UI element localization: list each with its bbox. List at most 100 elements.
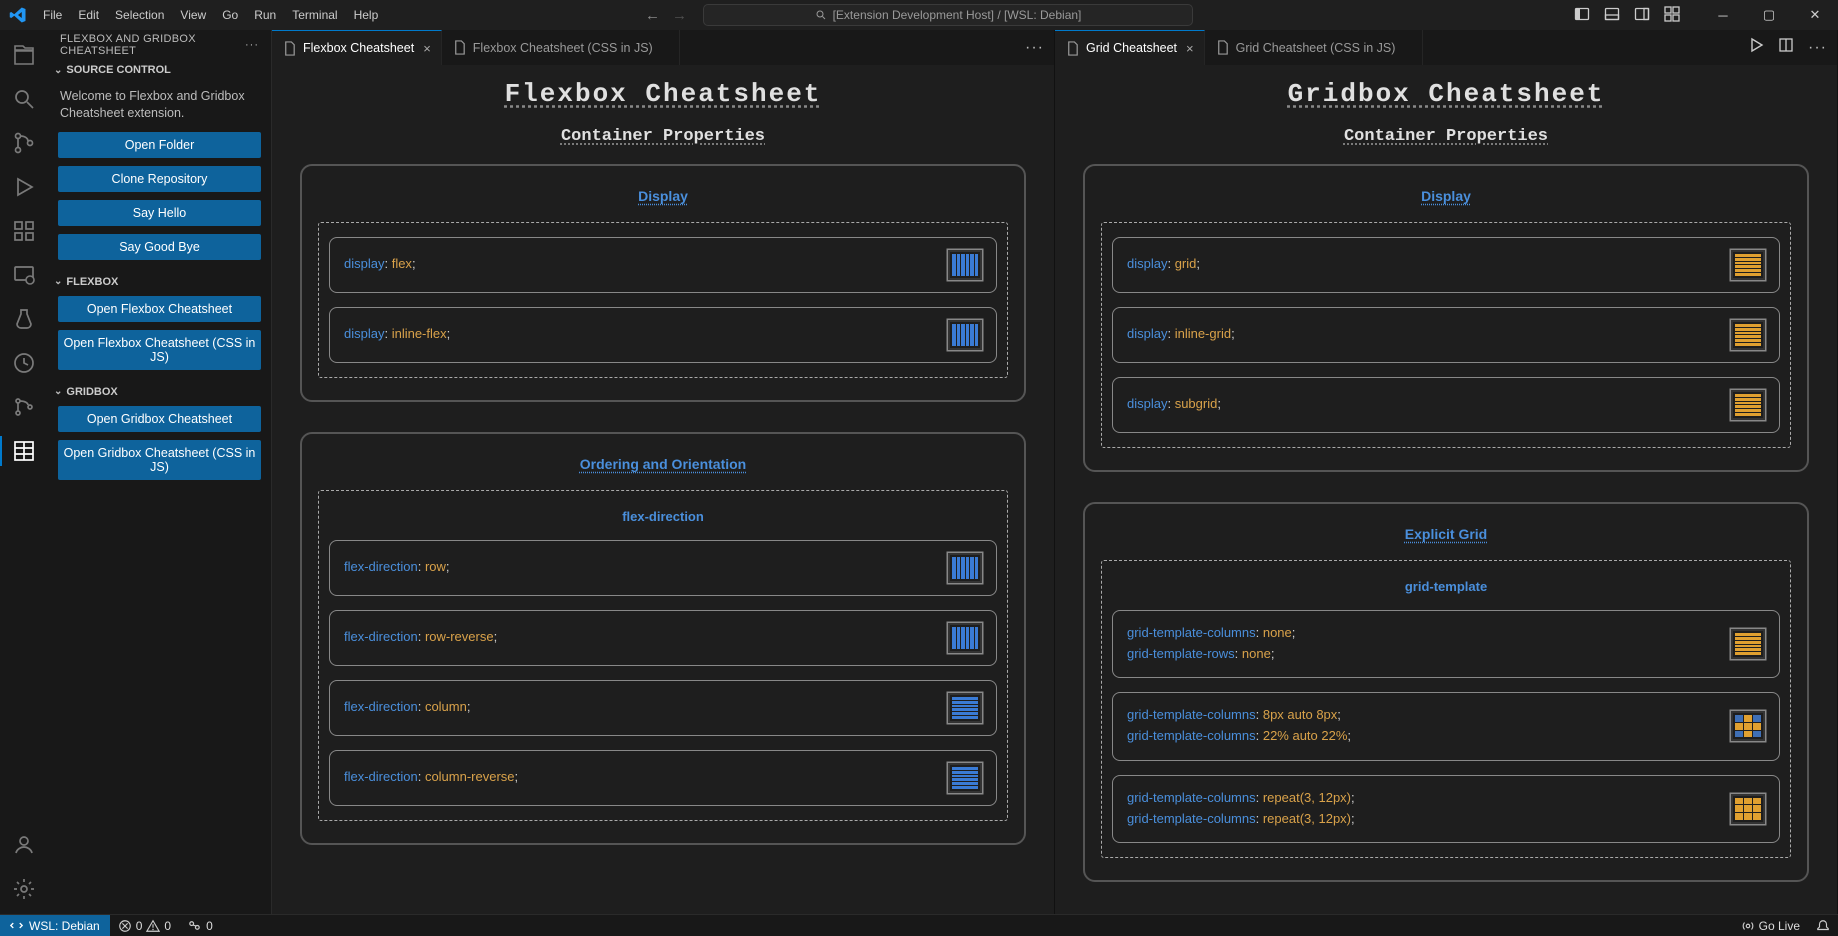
window-minimize-icon[interactable]: ─: [1700, 0, 1746, 30]
chevron-down-icon: ⌄: [54, 386, 62, 397]
testing-icon[interactable]: [0, 300, 48, 338]
run-debug-icon[interactable]: [0, 168, 48, 206]
code-snippet: flex-direction: column-reverse;: [344, 767, 518, 788]
editor-pane: Gridbox CheatsheetContainer PropertiesDi…: [1055, 65, 1838, 914]
code-snippet: display: grid;: [1127, 254, 1200, 275]
section-header[interactable]: ⌄GRIDBOX: [48, 382, 271, 402]
git-graph-icon[interactable]: [0, 388, 48, 426]
nav-back-icon[interactable]: ←: [645, 7, 660, 24]
sidebar-button[interactable]: Open Gridbox Cheatsheet: [58, 406, 261, 432]
section-title: Container Properties: [300, 127, 1026, 146]
sidebar-button[interactable]: Say Hello: [58, 200, 261, 226]
run-icon[interactable]: [1748, 37, 1764, 58]
editor-tab[interactable]: Grid Cheatsheet (CSS in JS)×: [1205, 30, 1423, 65]
sidebar-title: FLEXBOX AND GRIDBOX CHEATSHEET: [60, 33, 245, 57]
search-icon[interactable]: [0, 80, 48, 118]
layout-customize-icon[interactable]: [1664, 6, 1680, 25]
accounts-icon[interactable]: [0, 826, 48, 864]
settings-gear-icon[interactable]: [0, 870, 48, 908]
property-row[interactable]: flex-direction: row;: [329, 540, 997, 596]
cheatsheet-view-icon[interactable]: [0, 432, 48, 470]
menu-edit[interactable]: Edit: [71, 4, 106, 26]
editor-tab[interactable]: Grid Cheatsheet×: [1055, 30, 1205, 65]
property-row[interactable]: display: grid;: [1112, 237, 1780, 293]
menu-file[interactable]: File: [36, 4, 69, 26]
code-snippet: flex-direction: row;: [344, 557, 450, 578]
property-row[interactable]: display: inline-flex;: [329, 307, 997, 363]
code-snippet: flex-direction: row-reverse;: [344, 627, 497, 648]
property-row[interactable]: display: inline-grid;: [1112, 307, 1780, 363]
command-center-search[interactable]: [Extension Development Host] / [WSL: Deb…: [703, 4, 1193, 26]
demo-graphic-icon: [948, 623, 982, 653]
ports-indicator[interactable]: 0: [179, 915, 221, 936]
demo-graphic-icon: [948, 553, 982, 583]
page-title: Flexbox Cheatsheet: [300, 79, 1026, 109]
remote-indicator[interactable]: WSL: Debian: [0, 915, 110, 936]
sidebar-button[interactable]: Open Folder: [58, 132, 261, 158]
property-row[interactable]: grid-template-columns: 8px auto 8px;grid…: [1112, 692, 1780, 760]
editor-pane: Flexbox Cheatsheet Container Properties Di…: [272, 65, 1055, 914]
section-header[interactable]: ⌄FLEXBOX: [48, 272, 271, 292]
menu-bar: FileEditSelectionViewGoRunTerminalHelp: [36, 4, 385, 26]
property-row[interactable]: grid-template-columns: none;grid-templat…: [1112, 610, 1780, 678]
sidebar-button[interactable]: Clone Repository: [58, 166, 261, 192]
go-live-button[interactable]: Go Live: [1733, 915, 1808, 936]
demo-graphic-icon: [948, 250, 982, 280]
nav-forward-icon[interactable]: →: [672, 7, 687, 24]
window-close-icon[interactable]: ✕: [1792, 0, 1838, 30]
sidebar-button[interactable]: Say Good Bye: [58, 234, 261, 260]
menu-go[interactable]: Go: [215, 4, 245, 26]
property-row[interactable]: grid-template-columns: repeat(3, 12px);g…: [1112, 775, 1780, 843]
code-snippet: grid-template-columns: repeat(3, 12px);g…: [1127, 788, 1355, 830]
more-icon[interactable]: ···: [1025, 39, 1044, 57]
remote-explorer-icon[interactable]: [0, 256, 48, 294]
demo-graphic-icon: [1731, 794, 1765, 824]
menu-selection[interactable]: Selection: [108, 4, 171, 26]
demo-graphic-icon: [1731, 711, 1765, 741]
code-snippet: display: subgrid;: [1127, 394, 1221, 415]
window-maximize-icon[interactable]: ▢: [1746, 0, 1792, 30]
property-row[interactable]: display: subgrid;: [1112, 377, 1780, 433]
layout-sidebar-left-icon[interactable]: [1574, 6, 1590, 25]
group-title: Display: [318, 188, 1008, 204]
demo-graphic-icon: [948, 693, 982, 723]
menu-help[interactable]: Help: [347, 4, 386, 26]
group-title: Ordering and Orientation: [318, 456, 1008, 472]
section-header[interactable]: ⌄SOURCE CONTROL: [48, 60, 271, 80]
subgroup-title: grid-template: [1112, 579, 1780, 594]
code-snippet: display: inline-grid;: [1127, 324, 1235, 345]
explorer-icon[interactable]: [0, 36, 48, 74]
menu-view[interactable]: View: [173, 4, 213, 26]
more-icon[interactable]: ···: [245, 39, 259, 51]
demo-graphic-icon: [1731, 390, 1765, 420]
code-snippet: grid-template-columns: 8px auto 8px;grid…: [1127, 705, 1351, 747]
property-row[interactable]: display: flex;: [329, 237, 997, 293]
editor-tab[interactable]: Flexbox Cheatsheet (CSS in JS)×: [442, 30, 681, 65]
notifications-icon[interactable]: [1808, 915, 1838, 936]
menu-terminal[interactable]: Terminal: [285, 4, 344, 26]
editor-tab[interactable]: Flexbox Cheatsheet×: [272, 30, 442, 65]
layout-sidebar-right-icon[interactable]: [1634, 6, 1650, 25]
title-bar: FileEditSelectionViewGoRunTerminalHelp ←…: [0, 0, 1838, 30]
layout-panel-icon[interactable]: [1604, 6, 1620, 25]
menu-run[interactable]: Run: [247, 4, 283, 26]
problems-indicator[interactable]: 0 0: [110, 915, 179, 936]
demo-graphic-icon: [1731, 629, 1765, 659]
timeline-icon[interactable]: [0, 344, 48, 382]
file-icon: [1215, 40, 1230, 55]
close-icon[interactable]: ×: [1186, 41, 1194, 56]
more-icon[interactable]: ···: [1808, 39, 1827, 57]
source-control-icon[interactable]: [0, 124, 48, 162]
vscode-logo-icon: [0, 6, 36, 24]
property-row[interactable]: flex-direction: row-reverse;: [329, 610, 997, 666]
sidebar-button[interactable]: Open Flexbox Cheatsheet: [58, 296, 261, 322]
sidebar-button[interactable]: Open Flexbox Cheatsheet (CSS in JS): [58, 330, 261, 370]
sidebar-button[interactable]: Open Gridbox Cheatsheet (CSS in JS): [58, 440, 261, 480]
split-editor-icon[interactable]: [1778, 37, 1794, 58]
extensions-icon[interactable]: [0, 212, 48, 250]
close-icon[interactable]: ×: [423, 41, 431, 56]
property-row[interactable]: flex-direction: column;: [329, 680, 997, 736]
property-row[interactable]: flex-direction: column-reverse;: [329, 750, 997, 806]
demo-graphic-icon: [948, 763, 982, 793]
page-title: Gridbox Cheatsheet: [1083, 79, 1809, 109]
